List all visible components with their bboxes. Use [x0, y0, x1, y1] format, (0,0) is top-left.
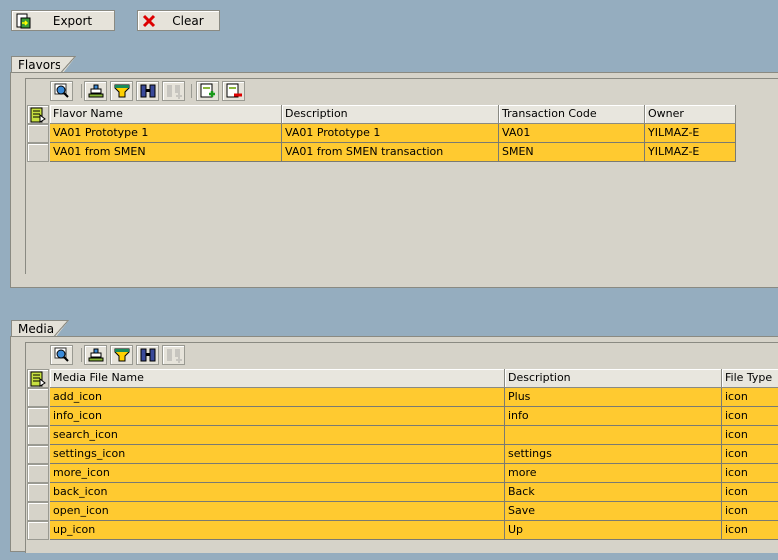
print-button[interactable]: [84, 81, 107, 101]
layout-icon: [30, 107, 46, 123]
table-cell[interactable]: info: [505, 407, 722, 426]
row-selector[interactable]: [27, 483, 49, 502]
filter-icon: [114, 84, 129, 98]
select-all-layout-button[interactable]: [27, 369, 49, 388]
table-cell[interactable]: icon: [722, 483, 778, 502]
table-cell[interactable]: YILMAZ-E: [645, 124, 736, 143]
row-selector[interactable]: [27, 124, 49, 143]
table-cell[interactable]: settings_icon: [50, 445, 505, 464]
table-cell[interactable]: icon: [722, 388, 778, 407]
insert-row-button[interactable]: [196, 81, 219, 101]
table-cell[interactable]: icon: [722, 426, 778, 445]
delete-row-button[interactable]: [222, 81, 245, 101]
select-all-layout-button[interactable]: [27, 105, 49, 124]
insert-row-icon: [200, 83, 215, 98]
filter-icon: [114, 348, 129, 362]
table-cell[interactable]: icon: [722, 445, 778, 464]
print-icon: [88, 348, 103, 362]
find-icon: [140, 84, 155, 98]
find-button[interactable]: [136, 345, 159, 365]
filter-button[interactable]: [110, 81, 133, 101]
row-selector[interactable]: [27, 407, 49, 426]
export-icon: [16, 13, 31, 28]
table-cell[interactable]: up_icon: [50, 521, 505, 540]
table-cell[interactable]: VA01 from SMEN transaction: [282, 143, 499, 162]
table-cell[interactable]: icon: [722, 521, 778, 540]
details-button[interactable]: [50, 345, 73, 365]
column-header[interactable]: Flavor Name: [50, 105, 282, 124]
table-cell[interactable]: add_icon: [50, 388, 505, 407]
find-next-icon: [166, 85, 182, 99]
find-next-button: [162, 345, 185, 365]
tab-media-label: Media: [18, 322, 55, 336]
table-cell[interactable]: icon: [722, 464, 778, 483]
layout-icon: [30, 371, 46, 387]
row-selector[interactable]: [27, 445, 49, 464]
close-icon: [142, 14, 156, 27]
toolbar-separator: [81, 348, 82, 362]
table-cell[interactable]: info_icon: [50, 407, 505, 426]
column-header[interactable]: Transaction Code: [499, 105, 645, 124]
column-header[interactable]: Description: [505, 369, 722, 388]
row-selector[interactable]: [27, 426, 49, 445]
flavors-panel: Flavor Name Description Transaction Code Ow…: [10, 72, 778, 288]
table-cell[interactable]: VA01 Prototype 1: [282, 124, 499, 143]
table-cell[interactable]: VA01: [499, 124, 645, 143]
details-icon: [54, 83, 69, 98]
details-button[interactable]: [50, 81, 73, 101]
row-selector[interactable]: [27, 143, 49, 162]
details-icon: [54, 347, 69, 362]
table-cell[interactable]: settings: [505, 445, 722, 464]
export-label: Export: [52, 13, 93, 28]
tab-flavors-label: Flavors: [18, 58, 62, 72]
table-cell[interactable]: Save: [505, 502, 722, 521]
table-cell[interactable]: SMEN: [499, 143, 645, 162]
row-selector[interactable]: [27, 388, 49, 407]
table-cell[interactable]: more: [505, 464, 722, 483]
table-cell[interactable]: more_icon: [50, 464, 505, 483]
column-header[interactable]: File Type: [722, 369, 778, 388]
find-next-button: [162, 81, 185, 101]
print-button[interactable]: [84, 345, 107, 365]
print-icon: [88, 84, 103, 98]
find-icon: [140, 348, 155, 362]
table-cell[interactable]: VA01 Prototype 1: [50, 124, 282, 143]
row-selector[interactable]: [27, 464, 49, 483]
table-cell[interactable]: search_icon: [50, 426, 505, 445]
table-cell[interactable]: Plus: [505, 388, 722, 407]
table-cell[interactable]: open_icon: [50, 502, 505, 521]
column-header[interactable]: Owner: [645, 105, 736, 124]
table-cell[interactable]: back_icon: [50, 483, 505, 502]
table-cell[interactable]: icon: [722, 502, 778, 521]
toolbar-separator: [81, 84, 82, 98]
find-next-icon: [166, 349, 182, 363]
export-button[interactable]: Export: [11, 10, 115, 31]
toolbar-separator: [191, 84, 192, 98]
clear-label: Clear: [172, 13, 204, 28]
table-cell[interactable]: Back: [505, 483, 722, 502]
table-cell[interactable]: Up: [505, 521, 722, 540]
flavors-grid: Flavor Name Description Transaction Code Ow…: [25, 78, 778, 274]
table-cell[interactable]: VA01 from SMEN: [50, 143, 282, 162]
column-header[interactable]: Description: [282, 105, 499, 124]
filter-button[interactable]: [110, 345, 133, 365]
find-button[interactable]: [136, 81, 159, 101]
media-panel: Media File Name Description File Type add_i…: [10, 336, 778, 553]
delete-row-icon: [226, 83, 242, 98]
table-cell[interactable]: [505, 426, 722, 445]
table-cell[interactable]: icon: [722, 407, 778, 426]
row-selector[interactable]: [27, 521, 49, 540]
clear-button[interactable]: Clear: [137, 10, 220, 31]
row-selector[interactable]: [27, 502, 49, 521]
media-grid: Media File Name Description File Type add_i…: [25, 342, 778, 553]
column-header[interactable]: Media File Name: [50, 369, 505, 388]
table-cell[interactable]: YILMAZ-E: [645, 143, 736, 162]
